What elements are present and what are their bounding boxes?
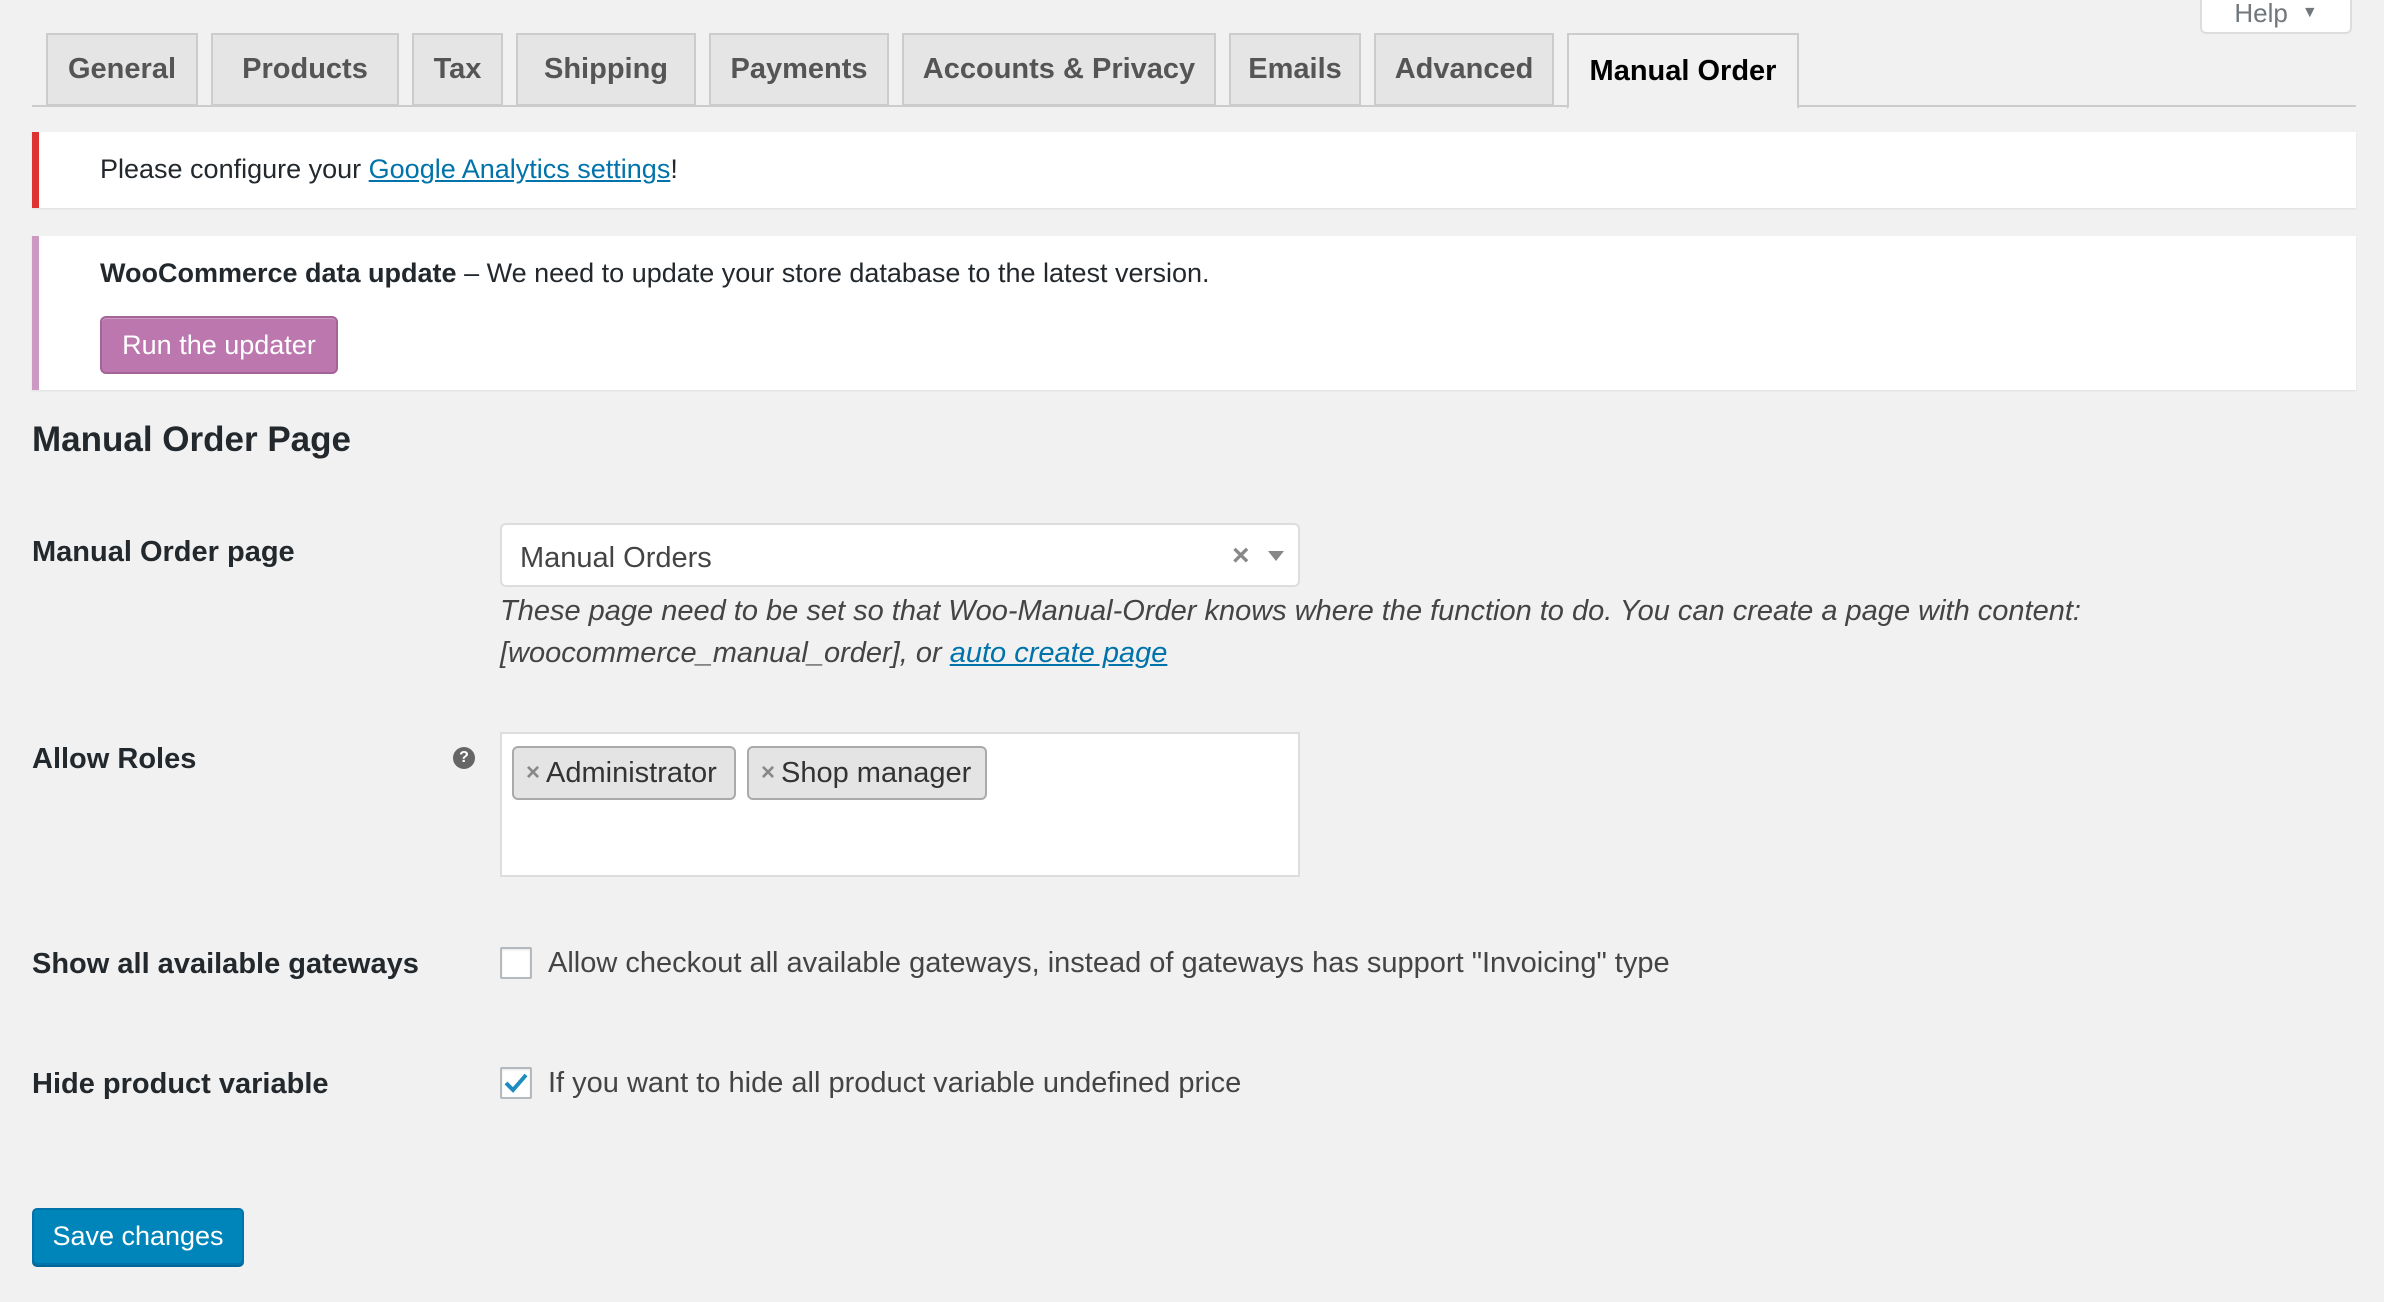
manual-order-page-description: These page need to be set so that Woo-Ma… [500,590,2200,674]
analytics-notice-prefix: Please configure your [100,154,369,184]
role-chip-shop-manager: × Shop manager [747,746,987,800]
manual-order-page-select[interactable]: Manual Orders × [500,523,1300,587]
remove-icon[interactable]: × [761,759,775,787]
save-changes-button[interactable]: Save changes [32,1208,244,1265]
analytics-notice-suffix: ! [670,154,678,184]
tab-label: General [68,53,176,85]
analytics-notice-text: Please configure your Google Analytics s… [100,154,678,185]
show-gateways-checkbox[interactable] [500,947,532,979]
tab-products[interactable]: Products [211,33,399,106]
tab-label: Shipping [543,53,669,85]
hide-variable-description: If you want to hide all product variable… [548,1067,1242,1099]
hide-variable-checkbox[interactable] [500,1067,532,1099]
clear-icon[interactable]: × [1232,539,1250,573]
tab-label: Advanced [1394,53,1534,85]
analytics-notice: Please configure your Google Analytics s… [32,132,2356,208]
run-updater-button[interactable]: Run the updater [100,316,338,374]
tab-accounts-privacy[interactable]: Accounts & Privacy [902,33,1216,106]
show-gateways-label: Show all available gateways [32,948,419,980]
hide-variable-label: Hide product variable [32,1068,329,1100]
chevron-down-icon[interactable] [1268,551,1284,561]
allow-roles-select[interactable]: × Administrator × Shop manager [500,732,1300,877]
help-label: Help [2234,0,2288,28]
remove-icon[interactable]: × [526,759,540,787]
tab-emails[interactable]: Emails [1229,33,1361,106]
manual-order-page-value: Manual Orders [520,542,712,574]
page-title: Manual Order Page [32,420,351,459]
update-notice-message: – We need to update your store database … [456,258,1210,288]
help-tab[interactable]: Help ▼ [2200,0,2352,34]
update-notice-text: WooCommerce data update – We need to upd… [100,258,1210,289]
tab-advanced[interactable]: Advanced [1374,33,1554,106]
tab-label: Products [242,53,368,85]
shortcode-text: [woocommerce_manual_order], or [500,637,950,669]
chip-label: Administrator [546,756,717,789]
update-notice-strong: WooCommerce data update [100,258,457,288]
google-analytics-settings-link[interactable]: Google Analytics settings [369,154,671,184]
tab-manual-order[interactable]: Manual Order [1567,33,1799,109]
chip-label: Shop manager [781,756,972,789]
manual-order-page-label: Manual Order page [32,536,295,568]
help-tip-icon[interactable]: ? [453,747,475,769]
description-line-1: These page need to be set so that Woo-Ma… [500,595,2081,627]
show-gateways-description: Allow checkout all available gateways, i… [548,947,1670,979]
tab-label: Manual Order [1589,54,1777,87]
checkmark-icon [504,1073,528,1093]
role-chip-administrator: × Administrator [512,746,736,800]
tab-tax[interactable]: Tax [412,33,503,106]
description-line-2: [woocommerce_manual_order], or auto crea… [500,632,2200,674]
tab-label: Accounts & Privacy [922,53,1196,85]
settings-tabs: General Products Tax Shipping Payments A… [32,33,2356,109]
allow-roles-label: Allow Roles [32,743,197,775]
update-notice: WooCommerce data update – We need to upd… [32,236,2356,390]
tab-label: Emails [1248,53,1342,85]
tab-label: Payments [730,53,868,85]
tab-shipping[interactable]: Shipping [516,33,696,106]
tab-label: Tax [433,53,482,85]
tab-payments[interactable]: Payments [709,33,889,106]
auto-create-page-link[interactable]: auto create page [950,637,1168,669]
caret-down-icon: ▼ [2301,4,2318,21]
tab-general[interactable]: General [46,33,198,106]
